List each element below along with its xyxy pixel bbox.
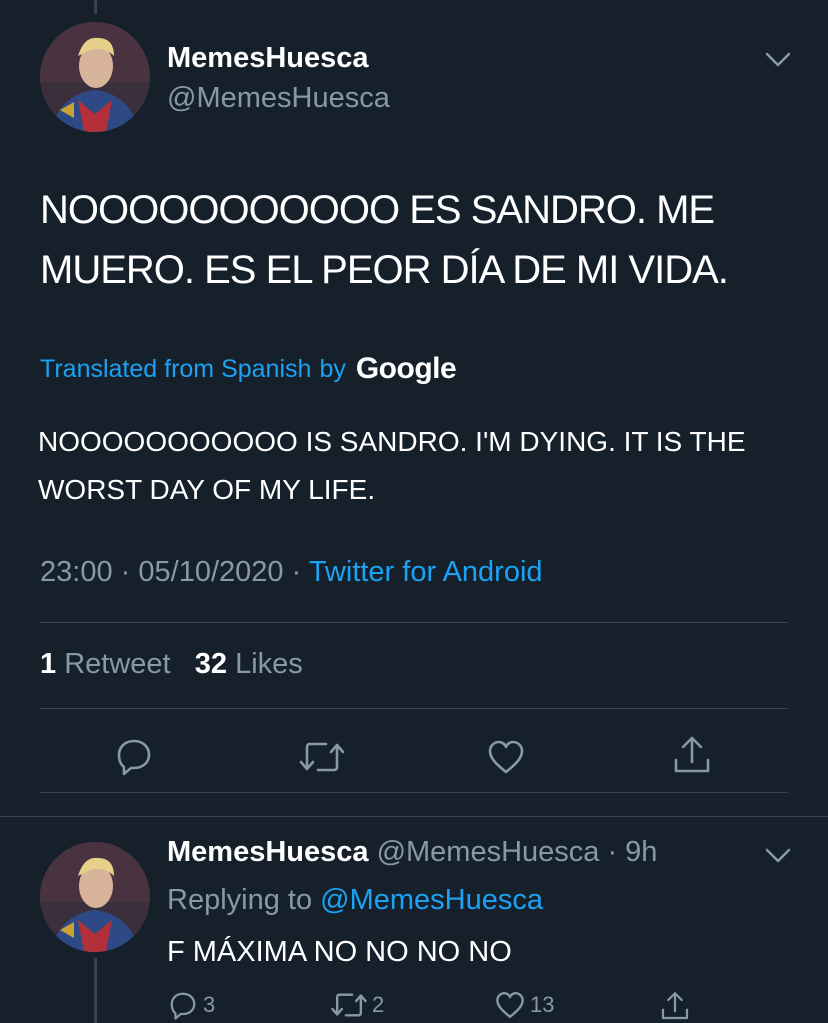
reply-age: · 9h <box>607 836 658 868</box>
thread-line-bottom <box>94 958 97 1023</box>
like-count: 13 <box>530 992 555 1017</box>
like-icon[interactable] <box>486 738 526 776</box>
replying-to-mention[interactable]: @MemesHuesca <box>320 884 543 916</box>
reply-icon[interactable] <box>114 736 154 776</box>
divider <box>40 708 788 709</box>
share-action[interactable] <box>660 990 690 1022</box>
like-count[interactable]: 32 <box>195 648 227 680</box>
replying-to: Replying to @MemesHuesca <box>167 884 543 917</box>
tweet-meta: 23:00 · 05/10/2020 · Twitter for Android <box>40 556 543 589</box>
like-action[interactable]: 13 <box>494 990 554 1020</box>
meta-separator: · <box>120 556 131 588</box>
retweet-icon[interactable] <box>298 738 346 776</box>
chevron-down-icon[interactable] <box>764 846 792 866</box>
reply-header: MemesHuesca @MemesHuesca · 9h <box>167 836 657 869</box>
tweet-stats: 1 Retweet 32 Likes <box>40 648 303 681</box>
translated-label[interactable]: Translated from Spanish <box>40 355 311 384</box>
translated-by: by <box>319 354 346 383</box>
meta-separator: · <box>291 556 302 588</box>
author-handle[interactable]: @MemesHuesca <box>167 82 390 115</box>
like-label[interactable]: Likes <box>235 648 303 680</box>
translated-text: NOOOOOOOOOOO IS SANDRO. I'M DYING. IT IS… <box>38 426 746 505</box>
divider <box>40 792 788 793</box>
divider <box>40 622 788 623</box>
share-icon <box>661 992 689 1020</box>
retweet-label[interactable]: Retweet <box>64 648 170 680</box>
reply-action[interactable]: 3 <box>167 990 215 1020</box>
retweet-action[interactable]: 2 <box>330 990 384 1020</box>
like-icon <box>496 991 524 1019</box>
google-logo: Google <box>355 352 457 385</box>
avatar[interactable] <box>40 842 150 952</box>
reply-icon <box>170 992 196 1020</box>
reply-author-handle[interactable]: @MemesHuesca <box>377 836 600 868</box>
tweet-text: NOOOOOOOOOOO ES SANDRO. ME MUERO. ES EL … <box>40 188 729 292</box>
retweet-icon <box>331 993 367 1017</box>
chevron-down-icon[interactable] <box>764 50 792 70</box>
translation-attribution: Translated from Spanish by Google <box>40 352 457 386</box>
reply-count: 3 <box>203 992 216 1017</box>
tweet-date: 05/10/2020 <box>138 556 284 588</box>
avatar[interactable] <box>40 22 150 132</box>
author-name[interactable]: MemesHuesca <box>167 42 369 75</box>
replying-to-label: Replying to <box>167 884 313 916</box>
tweet-source[interactable]: Twitter for Android <box>309 556 543 588</box>
retweet-count: 2 <box>372 992 385 1017</box>
reply-text: F MÁXIMA NO NO NO NO <box>167 936 512 968</box>
retweet-count[interactable]: 1 <box>40 648 56 680</box>
reply-author-name[interactable]: MemesHuesca <box>167 836 369 868</box>
divider <box>0 816 828 817</box>
share-icon[interactable] <box>672 734 712 776</box>
tweet-time: 23:00 <box>40 556 113 588</box>
thread-line-top <box>94 0 97 14</box>
